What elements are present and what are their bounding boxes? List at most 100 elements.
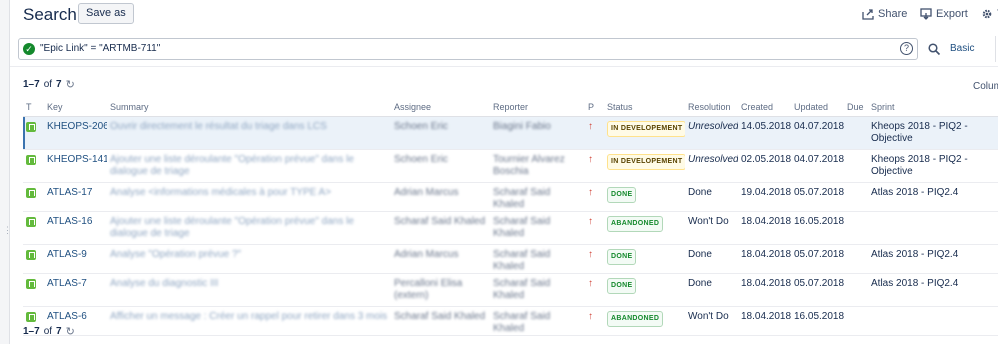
share-label: Share — [878, 8, 908, 20]
issue-key-link[interactable]: ATLAS-6 — [47, 311, 87, 322]
save-as-button[interactable]: Save as — [78, 3, 134, 24]
issue-summary-link[interactable]: Afficher un message : Créer un rappel po… — [110, 311, 387, 322]
table-row[interactable]: ATLAS-7 Analyse du diagnostic III Percal… — [23, 273, 998, 307]
status-badge: ABANDONED — [607, 215, 664, 232]
created-date: 18.04.2018 — [741, 215, 791, 227]
assignee[interactable]: Scharaf Said Khaled — [394, 311, 485, 322]
jql-query-text[interactable]: "Epic Link" = "ARTMB-711" — [40, 43, 160, 54]
refresh-icon[interactable]: ↻ — [66, 78, 75, 91]
table-row[interactable]: ATLAS-6 Afficher un message : Créer un r… — [23, 306, 998, 336]
status-badge: IN DEVELOPEMENT — [607, 120, 685, 137]
issue-summary-link[interactable]: Ouvrir directement le résultat du triage… — [110, 121, 327, 132]
created-date: 18.04.2018 — [741, 277, 791, 289]
gear-icon — [982, 9, 992, 19]
results-total: 7 — [56, 79, 62, 90]
resolution: Unresolved — [688, 153, 738, 165]
results-of: of — [43, 79, 53, 90]
issue-summary-link[interactable]: Ajouter une liste déroulante "Opération … — [110, 216, 354, 239]
results-total: 7 — [56, 326, 62, 337]
export-icon — [920, 8, 932, 20]
col-header-reporter[interactable]: Reporter — [490, 99, 585, 117]
issue-table: T Key Summary Assignee Reporter P Status… — [23, 99, 998, 336]
updated-date: 04.07.2018 — [794, 120, 844, 132]
created-date: 18.04.2018 — [741, 310, 791, 322]
results-range: 1–7 — [23, 79, 40, 90]
priority-high-icon: ↑ — [588, 153, 593, 165]
assignee[interactable]: Schoen Eric — [394, 154, 448, 165]
sprint: Atlas 2018 - PIQ2.4 — [871, 277, 959, 289]
reporter[interactable]: Scharaf Said Khaled — [493, 187, 550, 210]
col-header-summary[interactable]: Summary — [107, 99, 391, 117]
jql-query-input[interactable]: ✓ "Epic Link" = "ARTMB-711" ? — [18, 38, 918, 60]
issue-key-link[interactable]: ATLAS-17 — [47, 187, 92, 198]
refresh-icon[interactable]: ↻ — [66, 325, 75, 338]
share-button[interactable]: Share — [862, 8, 907, 20]
left-sidebar-edge: ⋮ — [0, 0, 12, 344]
assignee[interactable]: Percalloni Elisa (extern) — [394, 278, 462, 301]
issue-key-link[interactable]: ATLAS-7 — [47, 278, 87, 289]
priority-high-icon: ↑ — [588, 215, 593, 227]
issue-key-link[interactable]: ATLAS-16 — [47, 216, 92, 227]
story-icon — [26, 154, 36, 165]
created-date: 02.05.2018 — [741, 153, 791, 165]
col-header-sprint[interactable]: Sprint — [868, 99, 998, 117]
issue-summary-link[interactable]: Analyse du diagnostic III — [110, 278, 218, 289]
priority-high-icon: ↑ — [588, 277, 593, 289]
story-icon — [26, 187, 36, 198]
priority-high-icon: ↑ — [588, 310, 593, 322]
page-header: Search Save as Share Export T — [0, 0, 998, 30]
issue-summary-link[interactable]: Analyse <informations médicales à pour T… — [110, 187, 331, 198]
reporter[interactable]: Scharaf Said Khaled — [493, 278, 550, 301]
table-row[interactable]: ATLAS-9 Analyse "Opération prévue ?" Adr… — [23, 244, 998, 274]
issue-key-link[interactable]: ATLAS-9 — [47, 249, 87, 260]
reporter[interactable]: Biagini Fabio — [493, 121, 551, 132]
col-header-resolution[interactable]: Resolution — [685, 99, 738, 117]
assignee[interactable]: Scharaf Said Khaled — [394, 216, 485, 227]
table-row[interactable]: KHEOPS-206 Ouvrir directement le résulta… — [23, 116, 998, 150]
table-header-row: T Key Summary Assignee Reporter P Status… — [23, 99, 998, 117]
basic-search-link[interactable]: Basic — [950, 43, 974, 54]
table-row[interactable]: ATLAS-17 Analyse <informations médicales… — [23, 182, 998, 212]
col-header-created[interactable]: Created — [738, 99, 791, 117]
resolution: Done — [688, 248, 712, 260]
issue-key-link[interactable]: KHEOPS-141 — [47, 154, 107, 165]
reporter[interactable]: Scharaf Said Khaled — [493, 249, 550, 272]
reporter[interactable]: Scharaf Said Khaled — [493, 216, 550, 239]
col-header-type[interactable]: T — [23, 99, 44, 117]
page-title: Search — [23, 5, 77, 24]
sprint: Atlas 2018 - PIQ2.4 — [871, 248, 959, 260]
sprint: Kheops 2018 - PIQ2 - Objective — [871, 153, 968, 177]
export-button[interactable]: Export — [920, 8, 968, 20]
search-icon[interactable] — [927, 42, 941, 56]
reporter[interactable]: Tournier Alvarez Boschia — [493, 154, 565, 177]
columns-button[interactable]: Colum — [973, 81, 998, 92]
reporter[interactable]: Scharaf Said Khaled — [493, 311, 550, 334]
issue-summary-link[interactable]: Analyse "Opération prévue ?" — [110, 249, 241, 260]
drag-handle-icon[interactable]: ⋮ — [3, 226, 12, 235]
col-header-due[interactable]: Due — [844, 99, 868, 117]
resolution: Won't Do — [688, 215, 729, 227]
sprint: Atlas 2018 - PIQ2.4 — [871, 186, 959, 198]
col-header-key[interactable]: Key — [44, 99, 107, 117]
col-header-updated[interactable]: Updated — [791, 99, 844, 117]
created-date: 19.04.2018 — [741, 186, 791, 198]
issue-key-link[interactable]: KHEOPS-206 — [47, 121, 107, 132]
table-row[interactable]: ATLAS-16 Ajouter une liste déroulante "O… — [23, 211, 998, 245]
assignee[interactable]: Adrian Marcus — [394, 249, 458, 260]
col-header-assignee[interactable]: Assignee — [391, 99, 490, 117]
story-icon — [26, 278, 36, 289]
share-icon — [862, 9, 874, 20]
resolution: Done — [688, 186, 712, 198]
assignee[interactable]: Schoen Eric — [394, 121, 448, 132]
tools-button[interactable]: T — [981, 8, 998, 20]
issue-summary-link[interactable]: Ajouter une liste déroulante "Opération … — [110, 154, 354, 177]
divider — [995, 36, 996, 62]
table-row[interactable]: KHEOPS-141 Ajouter une liste déroulante … — [23, 149, 998, 183]
assignee[interactable]: Adrian Marcus — [394, 187, 458, 198]
col-header-priority[interactable]: P — [585, 99, 604, 117]
help-icon[interactable]: ? — [900, 42, 913, 55]
updated-date: 04.07.2018 — [794, 153, 844, 165]
status-badge: DONE — [607, 277, 637, 294]
col-header-status[interactable]: Status — [604, 99, 685, 117]
results-count: 1–7 of 7 ↻ — [23, 78, 75, 91]
